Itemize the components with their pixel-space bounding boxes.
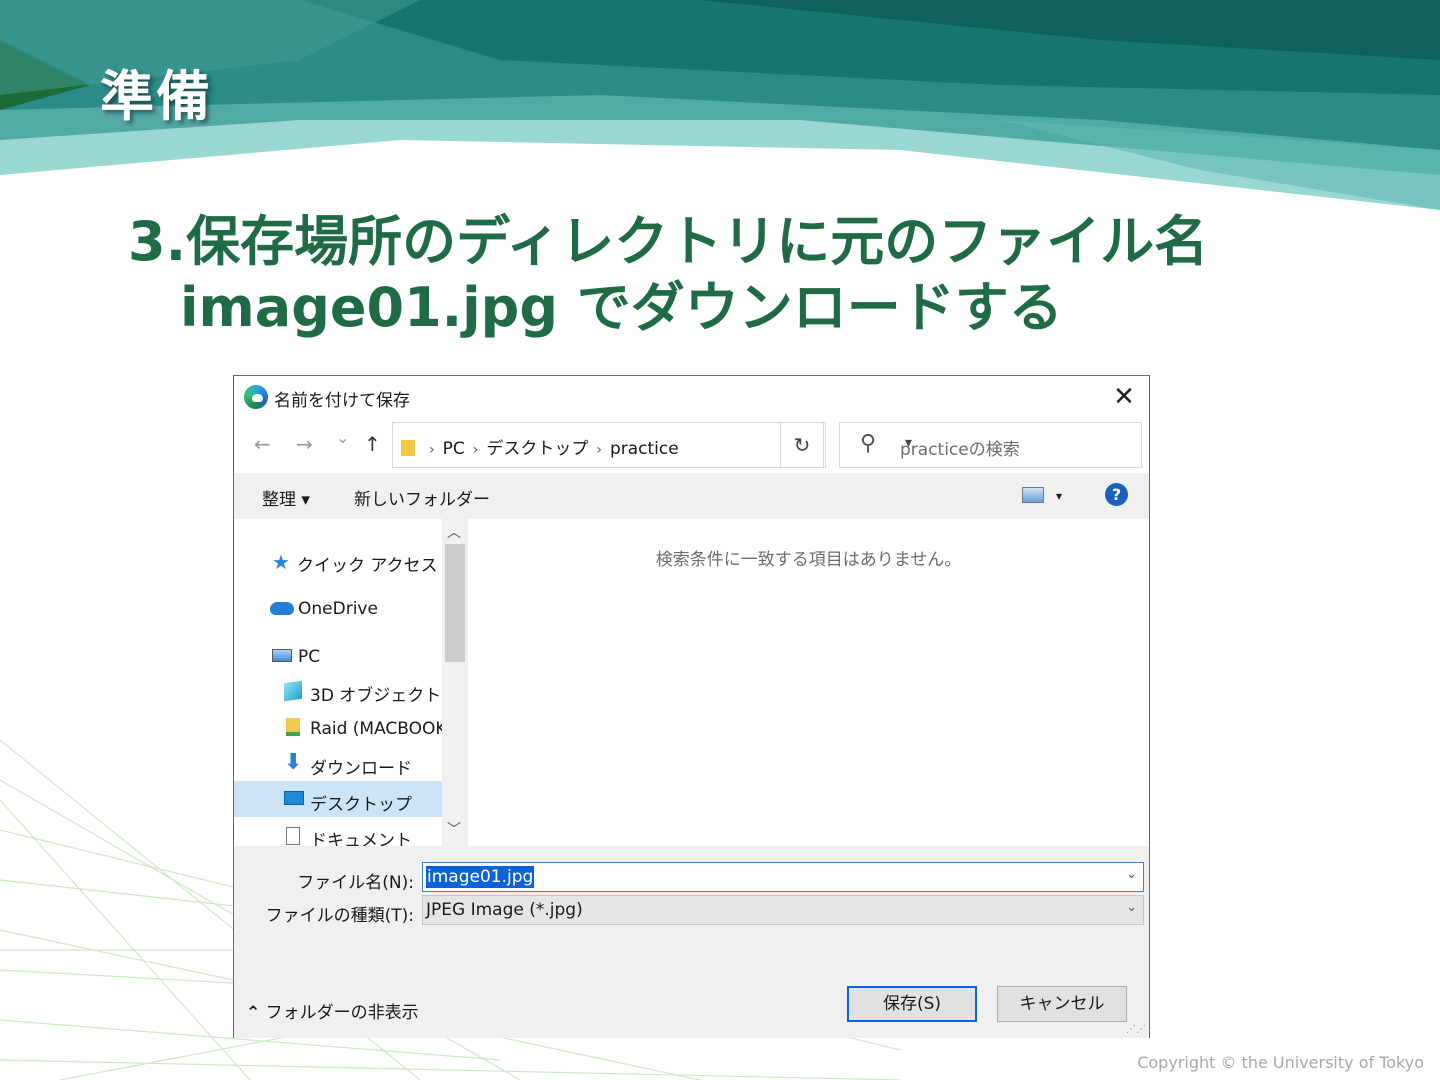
file-list[interactable]: 検索条件に一致する項目はありません。 [468,519,1149,846]
drive-icon [286,718,300,736]
address-bar[interactable]: › PC › デスクトップ › practice ▾ [392,422,912,468]
close-button[interactable]: ✕ [1107,380,1141,414]
help-icon[interactable]: ? [1105,483,1128,506]
dialog-titlebar: 名前を付けて保存 ✕ [234,376,1149,418]
filetype-select[interactable]: JPEG Image (*.jpg) ⌄ [422,895,1144,925]
up-button[interactable]: ↑ [364,432,381,456]
slide-title: 準備 [100,65,212,128]
navigation-row: ← → ⌄ ↑ › PC › デスクトップ › practice ▾ ↻ ⚲ practi… [234,422,1149,470]
search-icon: ⚲ [860,431,877,456]
filename-value: image01.jpg [426,866,535,888]
scroll-thumb[interactable] [445,544,465,662]
download-icon: ⬇ [284,750,303,775]
star-icon: ★ [272,550,290,574]
copyright-text: Copyright © the University of Tokyo [1137,1053,1424,1072]
save-button[interactable]: 保存(S) [847,986,977,1022]
organize-menu[interactable]: 整理 ▾ [262,485,310,510]
cube-icon [284,680,302,702]
filename-input[interactable]: image01.jpg ⌄ [422,862,1144,892]
recent-locations-button[interactable]: ⌄ [336,428,349,447]
filetype-dropdown-icon: ⌄ [1126,900,1137,915]
scroll-up-icon[interactable]: ︿ [447,522,461,542]
dialog-bottom-panel: ファイル名(N): image01.jpg ⌄ ファイルの種類(T): JPEG… [234,846,1149,1038]
save-as-dialog: 名前を付けて保存 ✕ ← → ⌄ ↑ › PC › デスクトップ › practice ▾… [233,375,1150,1038]
refresh-button[interactable]: ↻ [780,422,824,468]
cloud-icon [270,602,294,615]
document-icon [286,827,300,845]
search-box[interactable]: ⚲ practiceの検索 [839,422,1142,468]
headline-line-1: 3.保存場所のディレクトリに元のファイル名 [128,210,1209,273]
edge-browser-icon [244,385,268,409]
search-placeholder: practiceの検索 [900,440,1020,460]
hide-folders-toggle[interactable]: ⌃ フォルダーの非表示 [246,998,419,1023]
new-folder-button[interactable]: 新しいフォルダー [354,485,490,510]
folder-icon [401,440,415,456]
dialog-toolbar: 整理 ▾ 新しいフォルダー ▾ ? [234,473,1149,519]
filetype-value: JPEG Image (*.jpg) [426,900,583,920]
view-dropdown-icon[interactable]: ▾ [1056,489,1062,503]
scroll-down-icon[interactable]: ﹀ [447,819,461,839]
filetype-label: ファイルの種類(T): [265,906,414,926]
dialog-title: 名前を付けて保存 [274,391,410,411]
resize-grip-icon[interactable]: ⋰⋰ [1126,1024,1146,1035]
nav-scrollbar[interactable]: ︿ ﹀ [442,519,468,846]
empty-results-message: 検索条件に一致する項目はありません。 [655,550,962,570]
filename-dropdown-icon[interactable]: ⌄ [1126,867,1137,882]
back-button[interactable]: ← [254,432,271,456]
header-banner [0,0,1440,210]
breadcrumb-pc[interactable]: PC [443,439,465,459]
chevron-up-icon: ⌃ [246,1003,261,1023]
filename-label: ファイル名(N): [297,873,414,893]
desktop-icon [284,791,304,805]
forward-button[interactable]: → [296,432,313,456]
computer-icon [272,649,292,662]
headline-line-2: image01.jpg でダウンロードする [180,276,1063,339]
navigation-pane: ★ クイック アクセス OneDrive PC 3D オブジェクト Raid (… [234,519,442,846]
breadcrumb-practice[interactable]: practice [610,439,679,459]
view-options-icon[interactable] [1022,487,1044,503]
breadcrumb-desktop[interactable]: デスクトップ [486,439,588,459]
cancel-button[interactable]: キャンセル [997,986,1127,1022]
